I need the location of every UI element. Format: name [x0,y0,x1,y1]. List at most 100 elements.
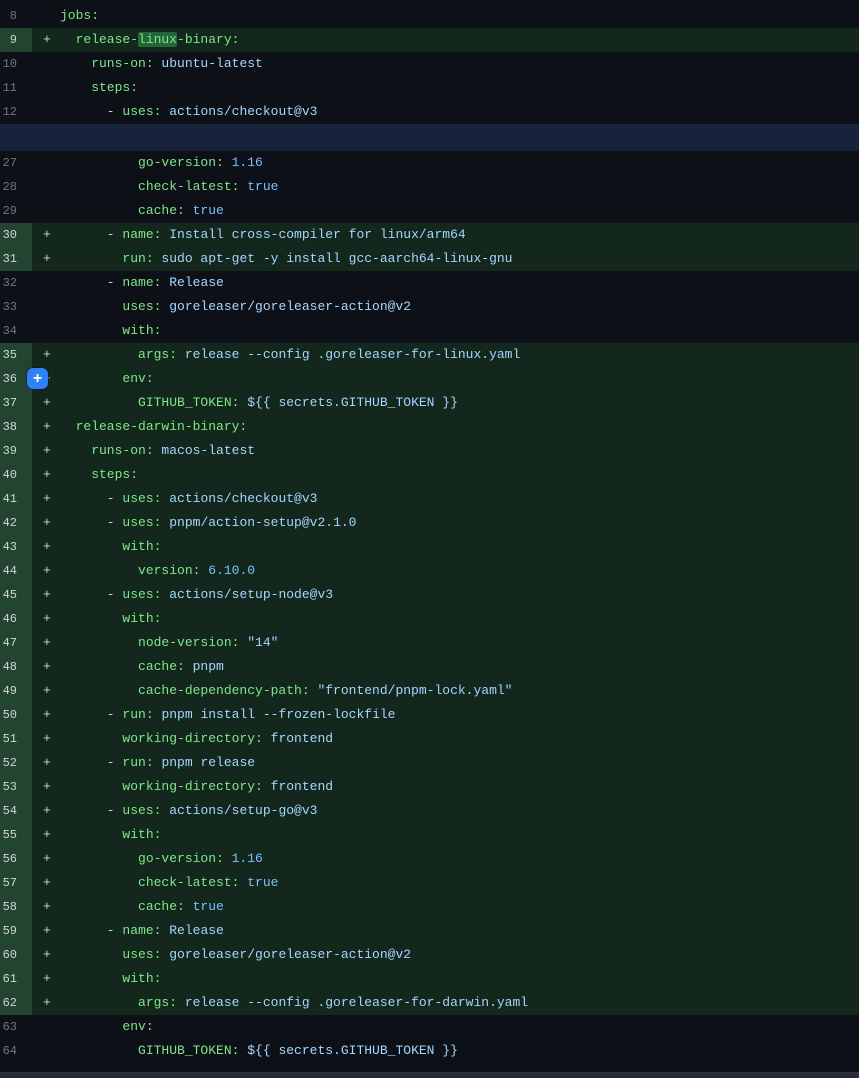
diff-add-marker: + [32,775,60,799]
code-token-key: args: [60,995,177,1010]
code-token-key: name: [122,227,161,242]
code-token-punc: - [60,275,122,290]
diff-line: 47+ node-version: "14" [0,631,859,655]
code-text: cache-dependency-path: "frontend/pnpm-lo… [60,679,859,703]
diff-add-marker: + [32,559,60,583]
line-number: 39 [0,439,32,463]
line-number: 52 [0,751,32,775]
diff-line: 45+ - uses: actions/setup-node@v3 [0,583,859,607]
code-token-val: Install cross-compiler for linux/arm64 [161,227,465,242]
code-text: env: [60,1015,859,1039]
diff-line: 63 env: [0,1015,859,1039]
diff-line: 31+ run: sudo apt-get -y install gcc-aar… [0,247,859,271]
diff-add-marker [32,1015,60,1039]
code-token-key: with: [60,323,161,338]
diff-add-marker [32,52,60,76]
diff-line: 57+ check-latest: true [0,871,859,895]
code-token-punc: - [60,755,122,770]
code-text: with: [60,319,859,343]
diff-line: 28 check-latest: true [0,175,859,199]
diff-line: 30+ - name: Install cross-compiler for l… [0,223,859,247]
diff-line: 62+ args: release --config .goreleaser-f… [0,991,859,1015]
code-text: - name: Release [60,271,859,295]
code-token-key: cache-dependency-path: [60,683,310,698]
line-number: 34 [0,319,32,343]
diff-add-marker [32,76,60,100]
code-token-key: check-latest: [60,179,239,194]
code-token-key: cache: [60,659,185,674]
code-token-val: frontend [263,731,333,746]
code-token-key: uses: [122,803,161,818]
code-token-punc: - [60,707,122,722]
code-token-val: sudo apt-get -y install gcc-aarch64-linu… [154,251,513,266]
code-token-key: check-latest: [60,875,239,890]
diff-add-marker: + [32,751,60,775]
code-token-val: actions/setup-node@v3 [161,587,333,602]
code-token-key: uses: [122,587,161,602]
diff-add-marker: + [32,703,60,727]
code-token-key: runs-on: [60,56,154,71]
file-bottom-divider [0,1072,859,1078]
code-token-val: goreleaser/goreleaser-action@v2 [161,947,411,962]
diff-line: 56+ go-version: 1.16 [0,847,859,871]
diff-line: 27 go-version: 1.16 [0,151,859,175]
code-text: GITHUB_TOKEN: ${{ secrets.GITHUB_TOKEN }… [60,391,859,415]
diff-add-marker [32,4,60,28]
code-token-val: actions/setup-go@v3 [161,803,317,818]
code-text: - uses: actions/setup-node@v3 [60,583,859,607]
diff-add-marker: + [32,847,60,871]
code-token-val: ${{ secrets.GITHUB_TOKEN }} [239,395,457,410]
code-token-key: with: [60,539,161,554]
diff-add-marker [32,175,60,199]
code-text: uses: goreleaser/goreleaser-action@v2 [60,943,859,967]
code-token-punc: - [60,803,122,818]
code-text: - uses: actions/checkout@v3 [60,100,859,124]
diff-add-marker: + [32,223,60,247]
code-text: go-version: 1.16 [60,847,859,871]
code-token-key: cache: [60,899,185,914]
diff-lines-container: 8jobs:9+ release-linux-binary:10 runs-on… [0,4,859,1063]
diff-line: 35+ args: release --config .goreleaser-f… [0,343,859,367]
line-number: 30 [0,223,32,247]
code-text: uses: goreleaser/goreleaser-action@v2 [60,295,859,319]
diff-line: 40+ steps: [0,463,859,487]
diff-add-marker: + [32,631,60,655]
line-number: 63 [0,1015,32,1039]
diff-line: 51+ working-directory: frontend [0,727,859,751]
diff-add-marker [32,1039,60,1063]
line-number: 44 [0,559,32,583]
code-token-const: 6.10.0 [200,563,255,578]
code-token-val: actions/checkout@v3 [161,104,317,119]
code-token-val: actions/checkout@v3 [161,491,317,506]
code-token-key: go-version: [60,851,224,866]
code-text: cache: true [60,199,859,223]
code-token-val: release --config .goreleaser-for-darwin.… [177,995,528,1010]
line-number: 48 [0,655,32,679]
code-token-key: uses: [122,104,161,119]
diff-line: 42+ - uses: pnpm/action-setup@v2.1.0 [0,511,859,535]
diff-add-marker [32,100,60,124]
diff-line: 55+ with: [0,823,859,847]
diff-add-marker: + [32,607,60,631]
diff-add-marker: + [32,799,60,823]
line-number: 53 [0,775,32,799]
diff-add-marker: + [32,391,60,415]
line-number: 42 [0,511,32,535]
code-token-key: run: [122,707,153,722]
diff-line: 34 with: [0,319,859,343]
line-number: 10 [0,52,32,76]
add-line-comment-button[interactable]: + [27,368,48,389]
diff-line: 33 uses: goreleaser/goreleaser-action@v2 [0,295,859,319]
code-token-key: uses: [122,491,161,506]
code-text: cache: true [60,895,859,919]
expand-collapsed-lines-row[interactable] [0,124,859,151]
diff-line: 53+ working-directory: frontend [0,775,859,799]
line-number: 35 [0,343,32,367]
code-token-val: ubuntu-latest [154,56,263,71]
code-token-punc: - [60,491,122,506]
code-token-val: Release [161,923,223,938]
code-token-val: pnpm install --frozen-lockfile [154,707,396,722]
code-text: - uses: actions/setup-go@v3 [60,799,859,823]
code-text: working-directory: frontend [60,727,859,751]
diff-add-marker: + [32,823,60,847]
